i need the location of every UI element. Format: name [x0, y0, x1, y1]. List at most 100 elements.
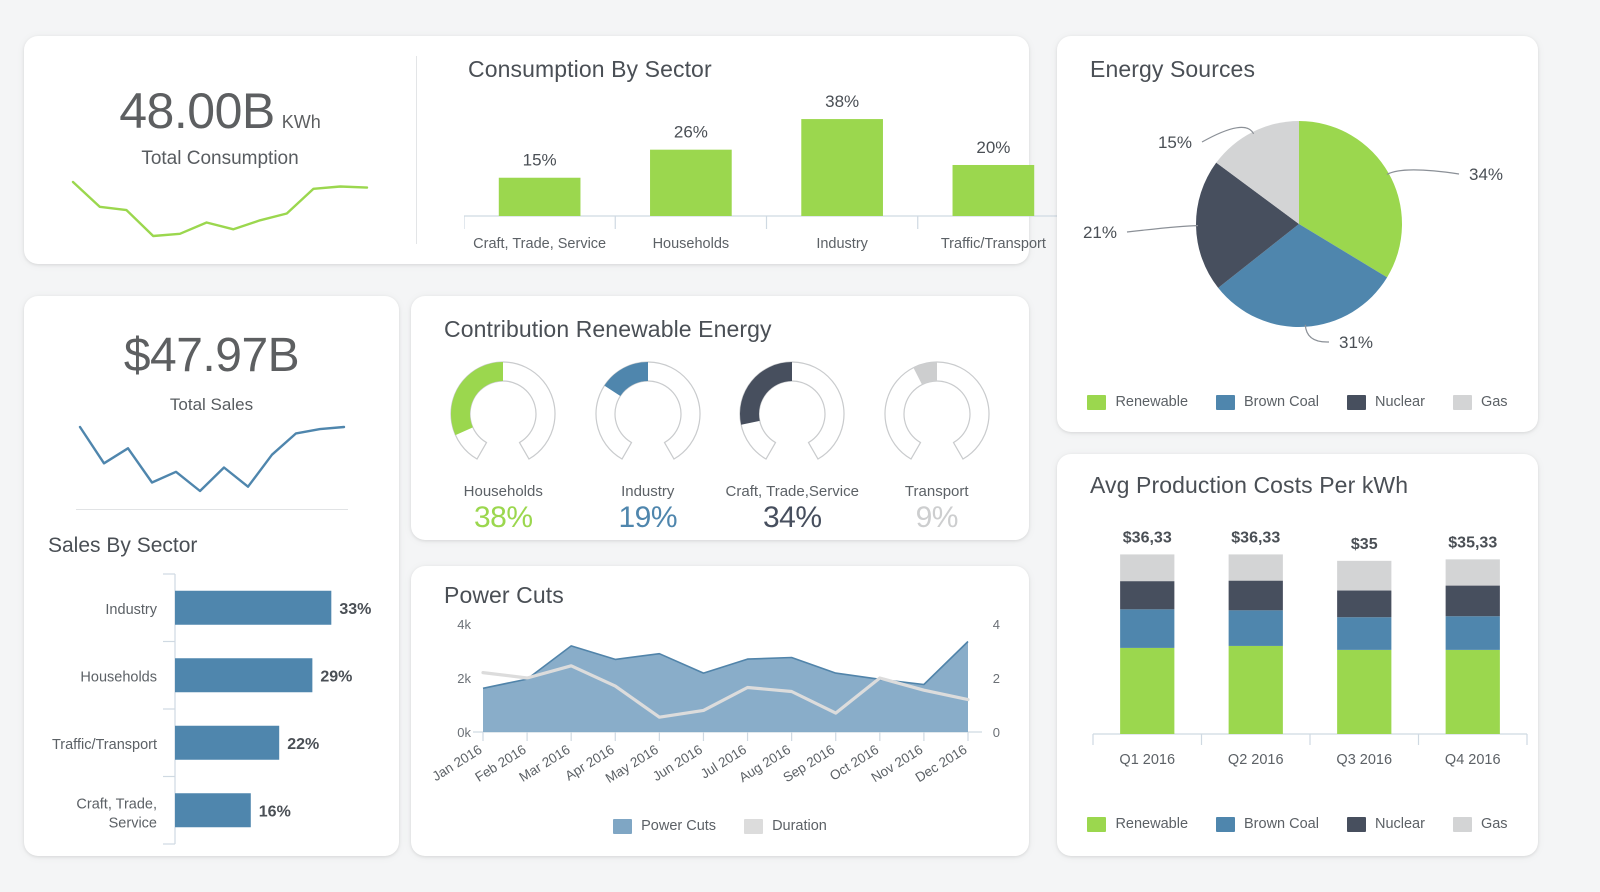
- gauge-dial: [739, 361, 845, 460]
- total-consumption-kpi: 48.00B KWh Total Consumption: [24, 36, 416, 264]
- svg-text:Service: Service: [109, 815, 157, 831]
- power-cuts-area: [483, 641, 968, 732]
- pie-leader-line: [1386, 169, 1460, 175]
- cost-segment: [1228, 610, 1283, 646]
- svg-text:$36,33: $36,33: [1231, 529, 1280, 546]
- total-sales-card: $47.97B Total Sales Sales By Sector 33% I…: [24, 296, 399, 856]
- svg-text:15%: 15%: [1158, 133, 1192, 152]
- gauge-dial: [450, 361, 556, 460]
- legend-swatch: [613, 818, 633, 834]
- svg-text:Craft, Trade, Service: Craft, Trade, Service: [473, 236, 606, 252]
- svg-text:0k: 0k: [457, 725, 471, 740]
- cost-segment: [1445, 559, 1500, 586]
- cost-segment: [1228, 645, 1283, 734]
- legend-item[interactable]: Nuclear: [1346, 816, 1425, 832]
- gauge-fill: [451, 362, 504, 436]
- energy-sources-title: Energy Sources: [1090, 56, 1256, 82]
- cost-segment: [1337, 649, 1392, 734]
- legend-swatch: [1087, 816, 1107, 832]
- legend-item[interactable]: Power Cuts: [613, 818, 716, 834]
- legend-item[interactable]: Duration: [744, 818, 827, 834]
- legend-swatch: [1452, 394, 1472, 410]
- legend-item[interactable]: Gas: [1452, 816, 1508, 832]
- power-cuts-title: Power Cuts: [444, 582, 564, 608]
- legend-label: Gas: [1480, 394, 1508, 410]
- legend-label: Brown Coal: [1244, 394, 1319, 410]
- svg-text:21%: 21%: [1083, 223, 1117, 242]
- dashboard-root: 48.00B KWh Total Consumption Consumption…: [0, 0, 1600, 892]
- cost-segment: [1120, 609, 1175, 648]
- sales-bar: [175, 725, 280, 760]
- svg-text:Craft, Trade,: Craft, Trade,: [76, 796, 157, 812]
- consumption-bar: [650, 149, 732, 216]
- cost-segment: [1228, 554, 1283, 581]
- gauge-dial: [884, 361, 990, 460]
- cost-segment: [1120, 581, 1175, 610]
- svg-text:$35,33: $35,33: [1448, 534, 1497, 551]
- svg-text:16%: 16%: [259, 803, 291, 820]
- legend-label: Duration: [772, 818, 827, 834]
- svg-text:34%: 34%: [1469, 165, 1503, 184]
- consumption-bar: [801, 119, 883, 216]
- cost-segment: [1445, 616, 1500, 650]
- card-divider: [416, 56, 417, 244]
- energy-sources-legend: Renewable Brown Coal Nuclear Gas: [1057, 394, 1538, 410]
- svg-text:Households: Households: [80, 669, 157, 685]
- total-sales-value: $47.97B: [123, 329, 300, 382]
- legend-label: Nuclear: [1374, 394, 1425, 410]
- svg-text:Q1 2016: Q1 2016: [1119, 752, 1175, 768]
- cost-segment: [1120, 554, 1175, 582]
- legend-item[interactable]: Brown Coal: [1216, 394, 1319, 410]
- svg-text:4: 4: [993, 617, 1000, 632]
- legend-swatch: [1346, 816, 1366, 832]
- sales-bar: [175, 658, 313, 693]
- gauge-label: Households: [463, 483, 543, 500]
- svg-text:22%: 22%: [287, 736, 319, 753]
- legend-item[interactable]: Nuclear: [1346, 394, 1425, 410]
- cost-segment: [1228, 580, 1283, 611]
- total-consumption-value: 48.00B: [119, 83, 275, 139]
- svg-text:Households: Households: [653, 236, 730, 252]
- total-consumption-sparkline: [65, 174, 375, 249]
- sales-bar: [175, 793, 251, 828]
- sales-divider: [75, 509, 348, 510]
- gauge-4: Transport 9%: [865, 352, 1010, 535]
- cost-segment: [1337, 617, 1392, 650]
- legend-swatch: [1452, 816, 1472, 832]
- legend-item[interactable]: Brown Coal: [1216, 816, 1319, 832]
- gauge-dial: [595, 361, 701, 460]
- pie-leader-line: [1304, 324, 1330, 343]
- power-cuts-legend: Power Cuts Duration: [411, 818, 1029, 834]
- gauge-fill: [604, 362, 648, 397]
- cost-segment: [1337, 560, 1392, 591]
- legend-item[interactable]: Renewable: [1087, 394, 1188, 410]
- svg-text:Traffic/Transport: Traffic/Transport: [52, 737, 157, 753]
- svg-text:29%: 29%: [320, 668, 352, 685]
- total-sales-label: Total Sales: [169, 395, 254, 414]
- cost-segment: [1445, 649, 1500, 734]
- svg-text:15%: 15%: [523, 151, 557, 170]
- gauge-1: Households 38%: [431, 352, 576, 535]
- production-costs-title: Avg Production Costs Per kWh: [1090, 472, 1409, 498]
- legend-label: Power Cuts: [641, 818, 717, 834]
- legend-item[interactable]: Gas: [1452, 394, 1508, 410]
- legend-item[interactable]: Renewable: [1087, 816, 1188, 832]
- gauge-2: Industry 19%: [576, 352, 721, 535]
- total-consumption-unit: KWh: [281, 112, 321, 132]
- renewable-contribution-card: Contribution Renewable Energy Households…: [411, 296, 1029, 540]
- svg-text:31%: 31%: [1339, 333, 1373, 352]
- power-cuts-card: Power Cuts 0k 2k 4k 0 2 4 Jan 2016 Feb 2016 Mar …: [411, 566, 1029, 856]
- gauge-value: 34%: [762, 501, 822, 534]
- svg-text:Q2 2016: Q2 2016: [1228, 752, 1284, 768]
- svg-text:Traffic/Transport: Traffic/Transport: [941, 236, 1046, 252]
- svg-text:4k: 4k: [457, 617, 471, 632]
- svg-text:$35: $35: [1351, 536, 1378, 553]
- svg-text:Q3 2016: Q3 2016: [1336, 752, 1392, 768]
- legend-label: Renewable: [1115, 816, 1189, 832]
- gauge-label: Craft, Trade,Service: [725, 483, 859, 500]
- legend-swatch: [1216, 394, 1236, 410]
- gauge-label: Industry: [621, 483, 675, 500]
- svg-text:38%: 38%: [825, 94, 859, 111]
- gauge-label: Transport: [904, 483, 969, 500]
- legend-swatch: [1346, 394, 1366, 410]
